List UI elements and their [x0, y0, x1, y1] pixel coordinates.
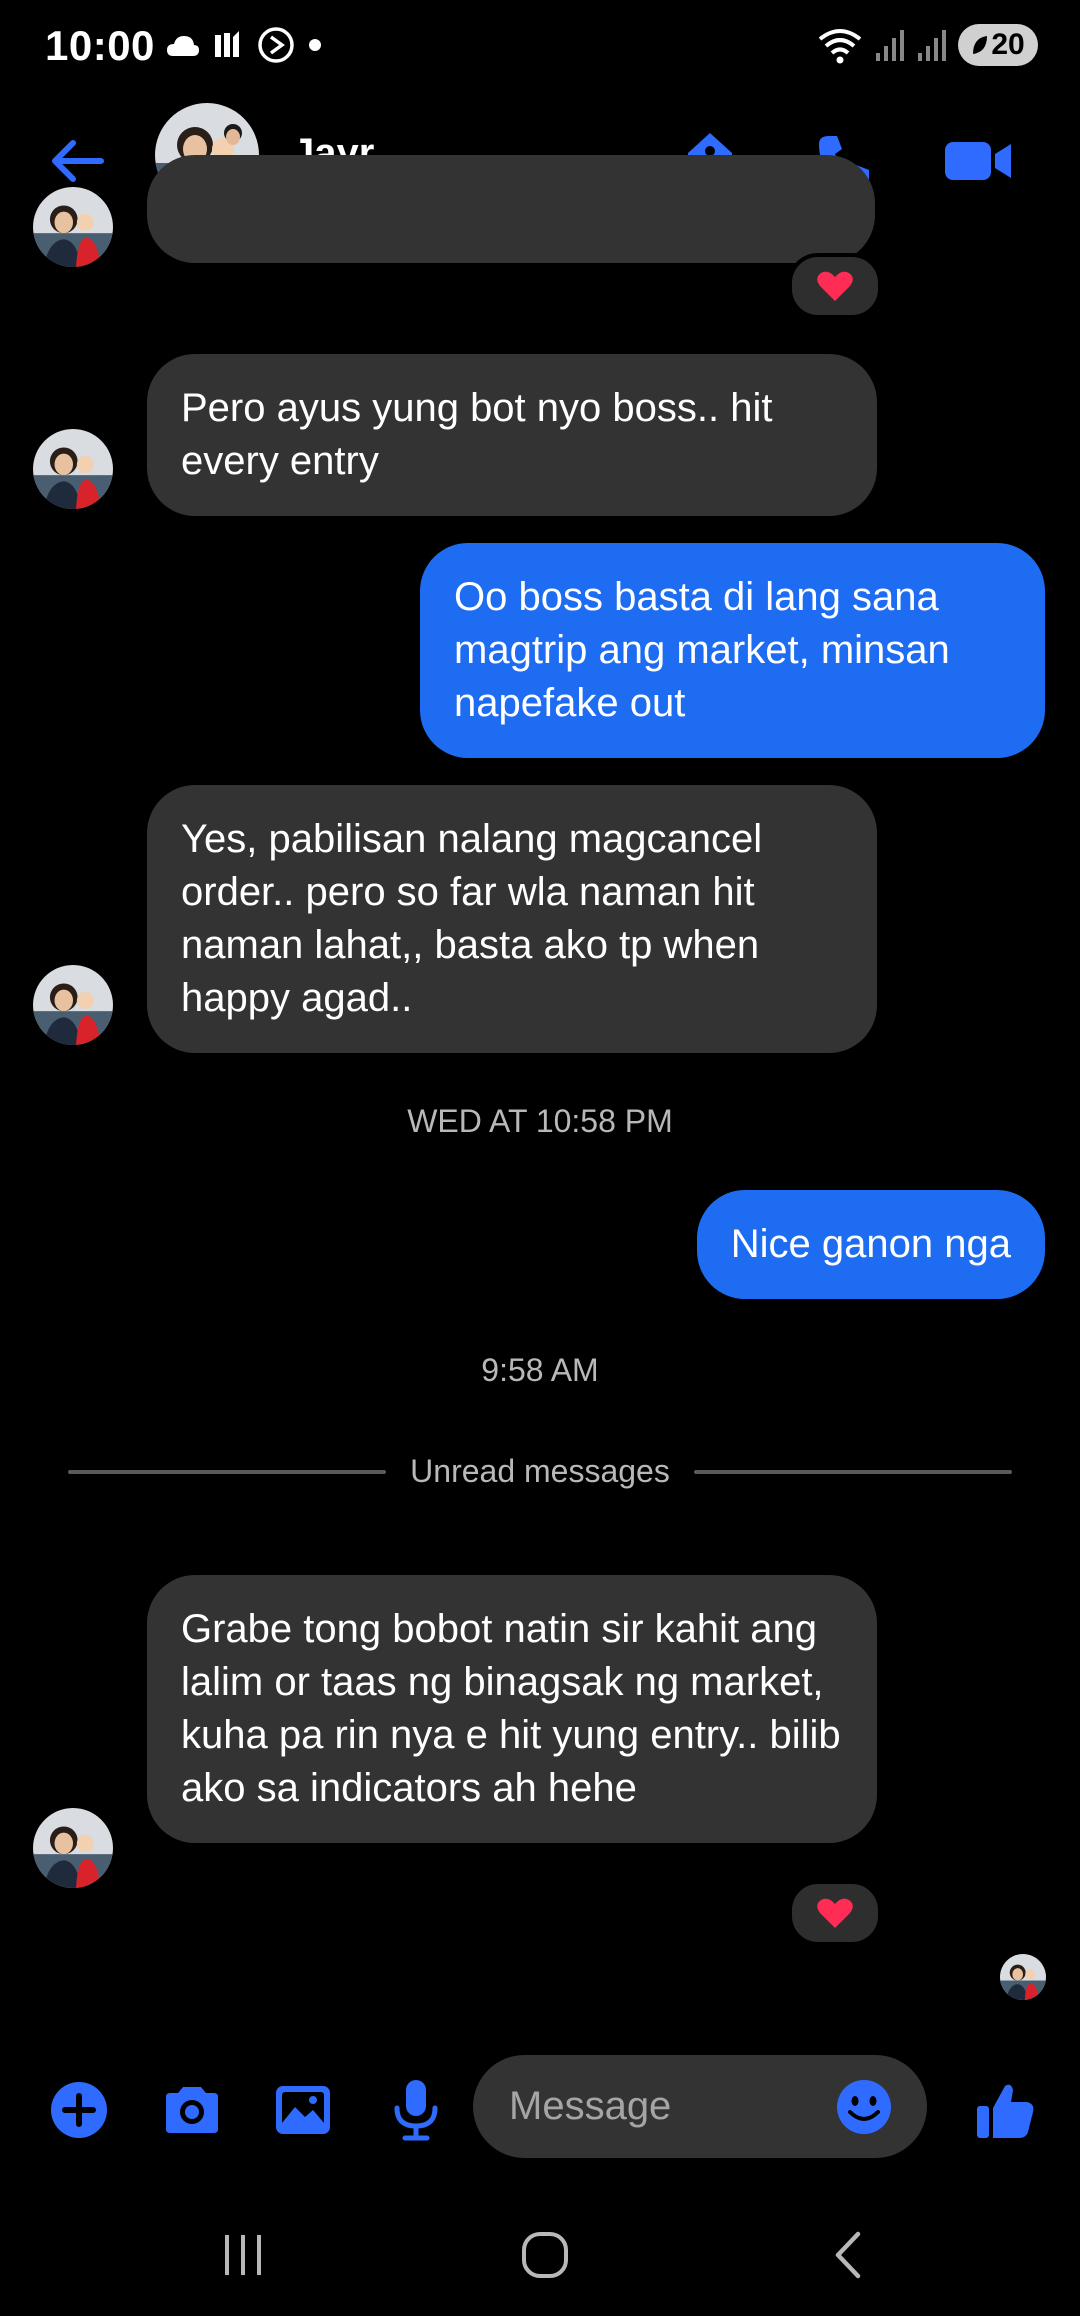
status-right-icons: 20 — [816, 24, 1038, 66]
camera-button[interactable] — [157, 2075, 227, 2145]
emoji-icon[interactable] — [835, 2078, 893, 2136]
voice-button[interactable] — [381, 2075, 451, 2145]
message-input[interactable] — [507, 2083, 835, 2130]
timestamp: 9:58 AM — [481, 1352, 599, 1388]
recent-apps-button[interactable] — [203, 2220, 283, 2290]
system-nav-bar — [0, 2200, 1080, 2316]
unread-divider: Unread messages — [68, 1453, 1012, 1490]
gallery-button[interactable] — [268, 2075, 338, 2145]
avatar-photo — [1000, 1954, 1046, 2000]
heart-reaction[interactable] — [788, 253, 882, 319]
sender-avatar — [33, 1808, 113, 1888]
video-icon — [945, 142, 1011, 180]
status-time: 10:00 — [45, 22, 155, 69]
sender-avatar — [33, 187, 113, 267]
message-composer — [0, 2040, 1080, 2180]
app-m-icon — [215, 31, 239, 57]
message-input-container[interactable] — [473, 2055, 927, 2158]
thumbs-up-icon — [977, 2084, 1034, 2138]
back-button[interactable] — [45, 128, 111, 194]
battery-icon: 20 — [958, 24, 1038, 66]
avatar-photo — [33, 965, 113, 1045]
back-nav-icon — [835, 2231, 861, 2279]
timestamp: WED AT 10:58 PM — [407, 1103, 673, 1139]
home-icon — [522, 2232, 568, 2278]
video-call-button[interactable] — [940, 123, 1016, 199]
read-receipt-avatar — [1000, 1954, 1046, 2000]
avatar-photo — [33, 429, 113, 509]
status-left-icons — [165, 26, 325, 64]
heart-icon — [817, 1898, 853, 1928]
leaf-icon — [973, 36, 988, 54]
signal-icon-2 — [918, 30, 946, 61]
mic-icon — [394, 2080, 438, 2141]
avatar-photo — [33, 187, 113, 267]
cloud-icon — [167, 36, 199, 56]
wifi-icon — [818, 29, 862, 64]
status-bar: 10:00 20 — [0, 0, 1080, 95]
like-button[interactable] — [970, 2075, 1040, 2145]
battery-level: 20 — [991, 28, 1025, 61]
message-bubble-incoming[interactable]: Yes, pabilisan nalang magcancel order.. … — [147, 785, 877, 1053]
message-thread[interactable]: Pero ayus yung bot nyo boss.. hit every … — [0, 155, 1080, 2015]
back-nav-button[interactable] — [808, 2220, 888, 2290]
heart-icon — [817, 271, 853, 301]
home-button[interactable] — [505, 2220, 585, 2290]
signal-icon — [876, 30, 904, 61]
heart-reaction[interactable] — [788, 1880, 882, 1946]
dot-icon — [309, 39, 321, 51]
divider-line — [68, 1469, 387, 1474]
message-bubble-incoming[interactable]: Pero ayus yung bot nyo boss.. hit every … — [147, 354, 877, 516]
sender-avatar — [33, 429, 113, 509]
play-circle-icon — [258, 27, 294, 63]
add-button[interactable] — [44, 2075, 114, 2145]
avatar-photo — [33, 1808, 113, 1888]
sender-avatar — [33, 965, 113, 1045]
divider-line — [693, 1469, 1012, 1474]
message-bubble-incoming[interactable]: Grabe tong bobot natin sir kahit ang lal… — [147, 1575, 877, 1843]
message-bubble-outgoing[interactable]: Nice ganon nga — [696, 1190, 1045, 1299]
unread-label: Unread messages — [410, 1453, 670, 1489]
message-bubble-outgoing[interactable]: Oo boss basta di lang sana magtrip ang m… — [420, 543, 1045, 758]
back-arrow-icon — [52, 140, 104, 182]
recent-apps-icon — [225, 2235, 261, 2275]
gallery-icon — [276, 2086, 330, 2134]
plus-icon — [51, 2082, 107, 2138]
message-bubble-partial[interactable] — [147, 155, 875, 263]
camera-icon — [166, 2087, 218, 2133]
